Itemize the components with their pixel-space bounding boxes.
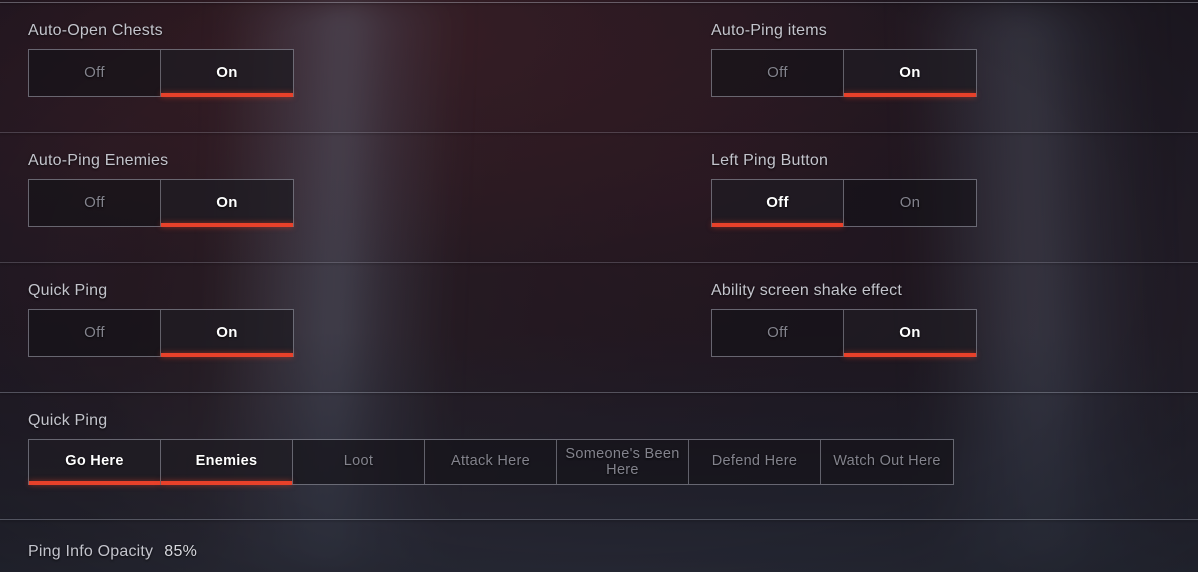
toggle-option-off[interactable]: Off xyxy=(29,310,161,356)
quick-ping-option-watch-out-here[interactable]: Watch Out Here xyxy=(821,440,953,484)
toggle-option-off[interactable]: Off xyxy=(712,180,844,227)
quick-ping-option-attack-here[interactable]: Attack Here xyxy=(425,440,557,484)
quick-ping-option-loot[interactable]: Loot xyxy=(293,440,425,484)
toggle-ability-screen-shake[interactable]: Off On xyxy=(711,309,977,357)
toggle-quick-ping[interactable]: Off On xyxy=(28,309,294,357)
quick-ping-option-go-here[interactable]: Go Here xyxy=(29,440,161,485)
setting-label: Auto-Open Chests xyxy=(28,22,163,39)
toggle-option-on[interactable]: On xyxy=(161,180,293,227)
setting-label: Auto-Ping Enemies xyxy=(28,152,169,169)
toggle-option-on[interactable]: On xyxy=(161,310,293,357)
setting-ability-screen-shake: Ability screen shake effect Off On xyxy=(711,282,977,357)
setting-auto-ping-enemies: Auto-Ping Enemies Off On xyxy=(28,152,294,227)
setting-quick-ping-wheel: Quick Ping Go Here Enemies Loot Attack H… xyxy=(28,412,954,485)
separator-top xyxy=(0,2,1198,3)
setting-label: Quick Ping xyxy=(28,282,108,299)
separator-row-4 xyxy=(0,519,1198,520)
toggle-auto-ping-enemies[interactable]: Off On xyxy=(28,179,294,227)
ping-info-opacity-label: Ping Info Opacity xyxy=(28,543,154,560)
setting-quick-ping-toggle: Quick Ping Off On xyxy=(28,282,294,357)
toggle-option-off[interactable]: Off xyxy=(712,50,844,96)
separator-row-2 xyxy=(0,262,1198,263)
setting-label: Ability screen shake effect xyxy=(711,282,902,299)
setting-auto-ping-items: Auto-Ping items Off On xyxy=(711,22,977,97)
toggle-option-off[interactable]: Off xyxy=(29,180,161,226)
setting-label: Auto-Ping items xyxy=(711,22,827,39)
ping-info-opacity-value: 85% xyxy=(164,543,198,560)
setting-left-ping-button: Left Ping Button Off On xyxy=(711,152,977,227)
setting-label: Quick Ping xyxy=(28,412,108,429)
quick-ping-option-defend-here[interactable]: Defend Here xyxy=(689,440,821,484)
toggle-option-on[interactable]: On xyxy=(844,50,976,97)
toggle-auto-open-chests[interactable]: Off On xyxy=(28,49,294,97)
quick-ping-option-group[interactable]: Go Here Enemies Loot Attack Here Someone… xyxy=(28,439,954,485)
toggle-option-on[interactable]: On xyxy=(844,310,976,357)
separator-row-3 xyxy=(0,392,1198,393)
toggle-option-on[interactable]: On xyxy=(844,180,976,226)
setting-label: Left Ping Button xyxy=(711,152,829,169)
quick-ping-option-enemies[interactable]: Enemies xyxy=(161,440,293,485)
toggle-auto-ping-items[interactable]: Off On xyxy=(711,49,977,97)
toggle-left-ping-button[interactable]: Off On xyxy=(711,179,977,227)
setting-ping-info-opacity[interactable]: Ping Info Opacity 85% xyxy=(28,543,197,561)
separator-row-1 xyxy=(0,132,1198,133)
quick-ping-option-someones-been-here[interactable]: Someone's Been Here xyxy=(557,440,689,484)
settings-screen: Auto-Open Chests Off On Auto-Ping items … xyxy=(0,0,1198,572)
toggle-option-off[interactable]: Off xyxy=(712,310,844,356)
toggle-option-on[interactable]: On xyxy=(161,50,293,97)
setting-auto-open-chests: Auto-Open Chests Off On xyxy=(28,22,294,97)
toggle-option-off[interactable]: Off xyxy=(29,50,161,96)
